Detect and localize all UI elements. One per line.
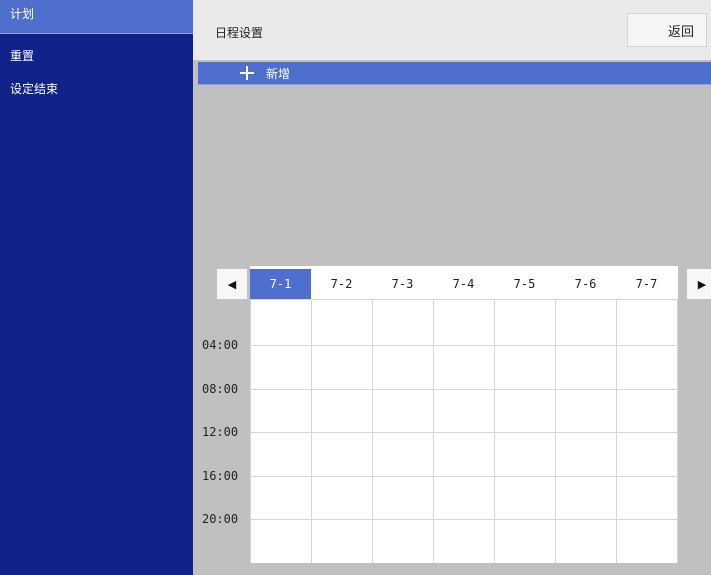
grid-line	[250, 299, 251, 563]
page-title: 日程设置	[215, 26, 264, 40]
grid-line	[616, 299, 617, 563]
back-button[interactable]: 返回	[627, 13, 707, 47]
sidebar-item-reset[interactable]: 重置	[0, 43, 193, 68]
triangle-left-icon: ◀	[227, 277, 237, 291]
main-panel: 日程设置 返回 新增 ◀ ▶ 7-1 7-2 7-3 7-4 7-5 7-6 7…	[193, 0, 711, 575]
day-header-7-3[interactable]: 7-3	[372, 269, 433, 299]
day-header-7-7[interactable]: 7-7	[616, 269, 677, 299]
prev-week-button[interactable]: ◀	[217, 269, 247, 299]
add-new-label: 新增	[266, 66, 291, 81]
sidebar-item-label: 重置	[10, 49, 35, 63]
sidebar-item-plan[interactable]: 计划	[0, 0, 193, 34]
grid-line	[250, 432, 678, 433]
grid-line	[250, 519, 678, 520]
time-label-12: 12:00	[202, 425, 239, 439]
sidebar: 计划 重置 设定结束	[0, 0, 193, 575]
grid-line	[433, 299, 434, 563]
schedule-app: 计划 重置 设定结束 日程设置 返回 新增 ◀ ▶ 7-1 7-2 7-3 7-…	[0, 0, 711, 575]
day-header-7-1[interactable]: 7-1	[250, 269, 311, 299]
sidebar-item-label: 设定结束	[10, 82, 59, 96]
sidebar-item-label: 计划	[10, 7, 35, 21]
sidebar-item-finish-settings[interactable]: 设定结束	[0, 76, 193, 101]
grid-line	[677, 299, 678, 563]
grid-line	[250, 476, 678, 477]
grid-line	[555, 299, 556, 563]
plus-icon	[240, 66, 254, 80]
grid-line	[372, 299, 373, 563]
grid-line	[311, 299, 312, 563]
grid-line	[250, 389, 678, 390]
grid-line	[250, 299, 678, 300]
day-header-7-6[interactable]: 7-6	[555, 269, 616, 299]
add-new-button[interactable]: 新增	[198, 62, 711, 85]
grid-line	[494, 299, 495, 563]
grid-line	[250, 345, 678, 346]
time-label-04: 04:00	[202, 338, 239, 352]
triangle-right-icon: ▶	[697, 277, 707, 291]
header: 日程设置 返回	[193, 0, 711, 60]
time-label-08: 08:00	[202, 382, 239, 396]
day-header-7-2[interactable]: 7-2	[311, 269, 372, 299]
time-label-16: 16:00	[202, 469, 239, 483]
day-header-7-5[interactable]: 7-5	[494, 269, 555, 299]
next-week-button[interactable]: ▶	[687, 269, 711, 299]
day-header-7-4[interactable]: 7-4	[433, 269, 494, 299]
time-label-20: 20:00	[202, 512, 239, 526]
